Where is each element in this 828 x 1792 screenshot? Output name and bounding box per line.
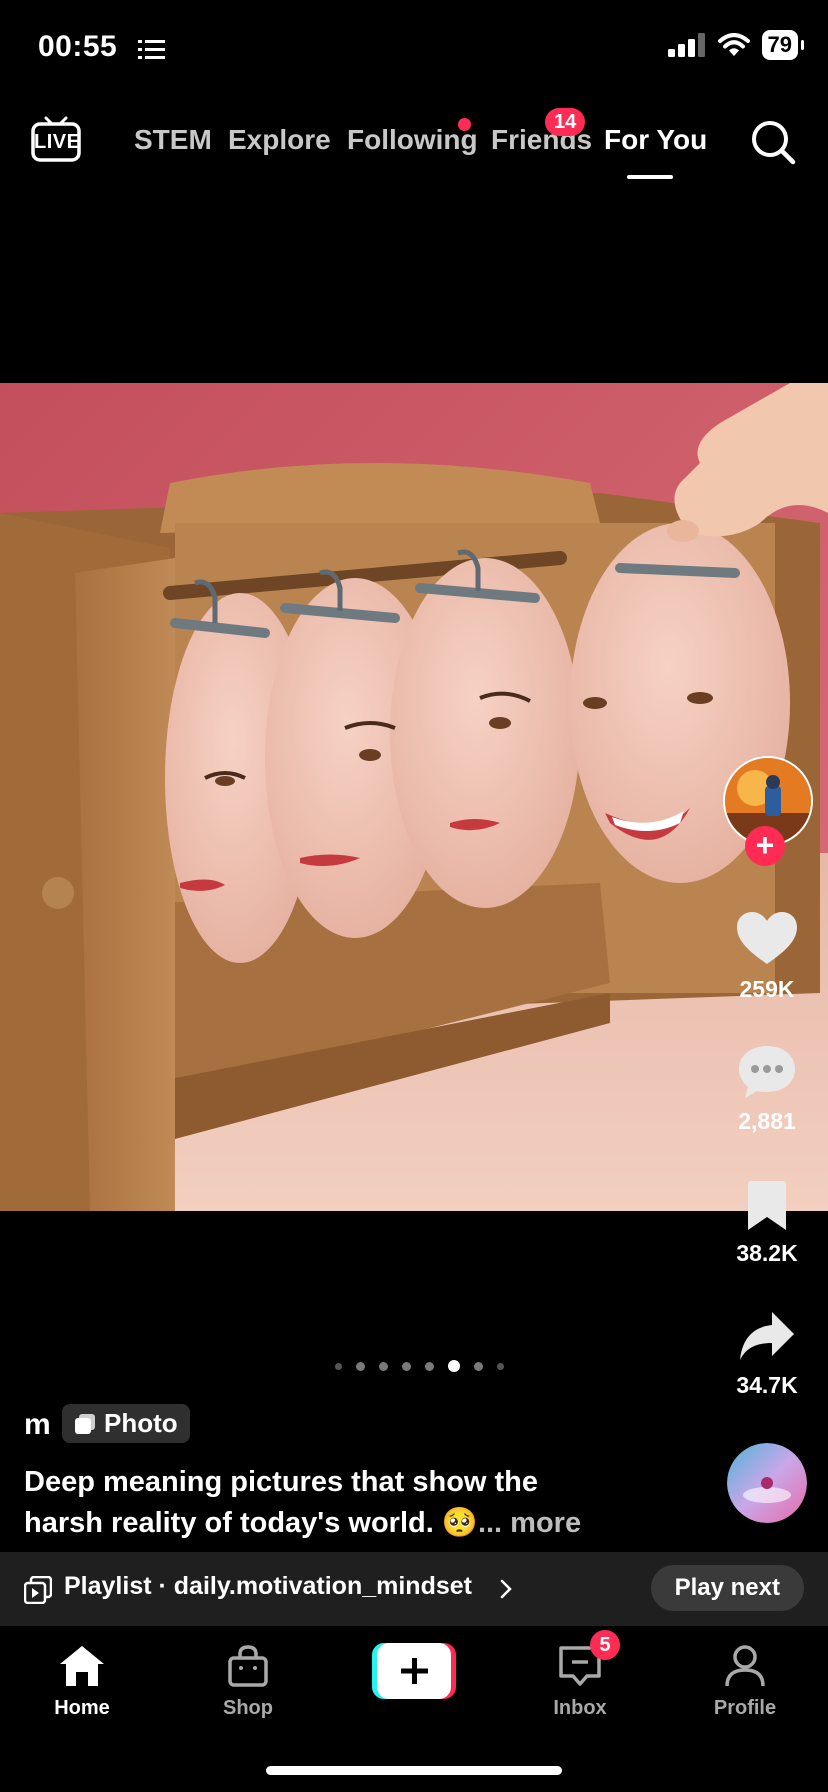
carousel-dot xyxy=(474,1361,483,1371)
like-count: 259K xyxy=(739,976,795,1002)
search-icon[interactable] xyxy=(749,118,797,166)
save-count: 38.2K xyxy=(736,1240,798,1266)
follow-button[interactable]: + xyxy=(745,826,785,866)
notification-list-icon xyxy=(138,40,165,59)
post-image[interactable] xyxy=(0,383,828,1211)
carousel-dot xyxy=(497,1362,504,1370)
inbox-badge: 5 xyxy=(590,1630,620,1660)
carousel-indicator xyxy=(335,1360,504,1372)
top-nav: LIVE STEM Explore Following Friends 14 F… xyxy=(0,108,828,182)
comment-icon[interactable] xyxy=(737,1044,797,1100)
tab-shop[interactable]: Shop xyxy=(188,1644,308,1720)
music-disc[interactable] xyxy=(727,1443,807,1523)
heart-icon[interactable] xyxy=(737,912,797,966)
caption-more-link[interactable]: ... more xyxy=(478,1507,581,1539)
chevron-right-icon xyxy=(500,1579,512,1599)
home-icon xyxy=(60,1646,104,1686)
shopping-bag-icon xyxy=(228,1645,268,1687)
tab-explore[interactable]: Explore xyxy=(228,124,331,156)
tab-inbox-label: Inbox xyxy=(553,1697,607,1719)
tab-profile[interactable]: Profile xyxy=(685,1644,805,1720)
battery-indicator: 79 xyxy=(761,30,805,60)
playlist-icon xyxy=(24,1576,52,1604)
home-indicator xyxy=(266,1766,562,1775)
active-tab-underline xyxy=(627,175,673,179)
playlist-label: Playlist · daily.motivation_mindset xyxy=(64,1572,472,1600)
carousel-dot xyxy=(425,1361,434,1371)
tab-home-label: Home xyxy=(54,1697,110,1719)
comment-count: 2,881 xyxy=(738,1108,796,1134)
tab-inbox[interactable]: Inbox xyxy=(520,1644,640,1720)
tab-for-you[interactable]: For You xyxy=(604,124,707,156)
carousel-dot xyxy=(356,1361,365,1371)
share-count: 34.7K xyxy=(736,1372,798,1398)
share-icon[interactable] xyxy=(738,1310,796,1362)
live-label: LIVE xyxy=(34,131,81,153)
play-next-button[interactable]: Play next xyxy=(650,1565,804,1611)
cellular-signal-icon xyxy=(667,33,705,57)
status-time: 00:55 xyxy=(38,30,118,63)
caption-line-2: harsh reality of today's world. 🥺 xyxy=(24,1507,478,1539)
following-new-dot xyxy=(458,118,471,131)
wifi-icon xyxy=(717,33,750,56)
carousel-dot-active xyxy=(448,1360,460,1372)
masks-in-cabinet-illustration xyxy=(0,383,828,1211)
bookmark-icon[interactable] xyxy=(745,1180,789,1232)
caption-line-1: Deep meaning pictures that show the xyxy=(24,1466,539,1498)
tab-profile-label: Profile xyxy=(713,1697,777,1719)
author-name[interactable]: m xyxy=(24,1408,51,1442)
photo-stack-icon xyxy=(75,1413,95,1434)
create-button[interactable] xyxy=(372,1643,456,1699)
tab-home[interactable]: Home xyxy=(22,1644,142,1720)
post-caption[interactable]: Deep meaning pictures that show the hars… xyxy=(24,1462,644,1544)
create-plus-icon xyxy=(372,1643,456,1699)
live-button[interactable]: LIVE xyxy=(30,114,82,169)
carousel-dot xyxy=(335,1362,342,1370)
tab-shop-label: Shop xyxy=(223,1697,273,1719)
friends-badge: 14 xyxy=(545,108,586,136)
photo-type-label: Photo xyxy=(104,1408,178,1438)
carousel-dot xyxy=(379,1361,388,1371)
status-indicators: 79 xyxy=(667,30,805,60)
playlist-bar[interactable]: Playlist · daily.motivation_mindset Play… xyxy=(0,1552,828,1626)
carousel-dot xyxy=(402,1361,411,1371)
tab-following[interactable]: Following xyxy=(347,124,478,156)
tab-stem[interactable]: STEM xyxy=(134,124,212,156)
music-disc-art xyxy=(727,1443,807,1523)
photo-type-badge: Photo xyxy=(62,1404,190,1443)
profile-icon xyxy=(725,1645,765,1687)
